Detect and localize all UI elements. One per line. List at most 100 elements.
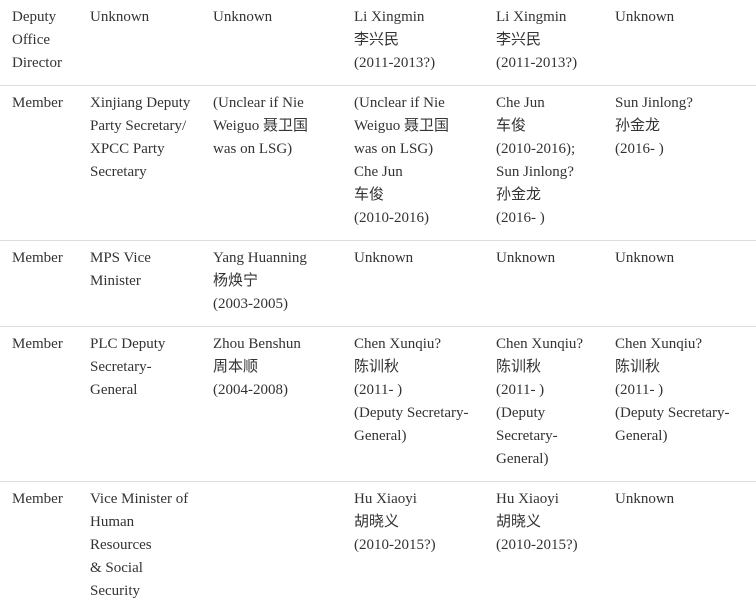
role-cell: Member (0, 327, 78, 482)
cell-text-line: (Deputy (496, 402, 599, 425)
cell-text-line: 李兴民 (354, 29, 480, 52)
table-cell: Zhou Benshun周本顺(2004-2008) (201, 327, 342, 482)
cell-text-line: (2011- ) (615, 379, 752, 402)
cell-text-line: (2004-2008) (213, 379, 338, 402)
cell-text-line: (2010-2016) (354, 207, 480, 230)
cell-text-line: Member (12, 92, 74, 115)
table-cell: Unknown (603, 482, 756, 613)
table-cell: Sun Jinlong?孙金龙(2016- ) (603, 86, 756, 241)
table-cell: Vice Minister ofHumanResources& SocialSe… (78, 482, 201, 613)
table-cell: Unknown (603, 241, 756, 327)
cell-text-line: (2011-2013?) (496, 52, 599, 75)
cell-text-line: (Deputy Secretary- (354, 402, 480, 425)
cell-text-line: Vice Minister of (90, 488, 197, 511)
cell-text-line: Secretary- (496, 425, 599, 448)
cell-text-line: Weiguo 聂卫国 (213, 115, 338, 138)
cell-text-line: Deputy (12, 6, 74, 29)
cell-text-line: Unknown (496, 247, 599, 270)
cell-text-line: Sun Jinlong? (615, 92, 752, 115)
cell-text-line: 杨焕宁 (213, 270, 338, 293)
cell-text-line: Xinjiang Deputy (90, 92, 197, 115)
cell-text-line: 车俊 (496, 115, 599, 138)
cell-text-line: 胡晓义 (496, 511, 599, 534)
table-cell: Yang Huanning杨焕宁(2003-2005) (201, 241, 342, 327)
table-cell: Xinjiang DeputyParty Secretary/XPCC Part… (78, 86, 201, 241)
table-cell: MPS ViceMinister (78, 241, 201, 327)
leadership-table: DeputyOfficeDirectorUnknownUnknownLi Xin… (0, 0, 756, 613)
cell-text-line: Li Xingmin (496, 6, 599, 29)
cell-text-line: Weiguo 聂卫国 (354, 115, 480, 138)
cell-text-line: (2016- ) (615, 138, 752, 161)
cell-text-line: Minister (90, 270, 197, 293)
table-row: MemberPLC DeputySecretary-GeneralZhou Be… (0, 327, 756, 482)
table-cell: Unknown (484, 241, 603, 327)
cell-text-line: General (90, 379, 197, 402)
role-cell: Member (0, 482, 78, 613)
role-cell: Member (0, 241, 78, 327)
table-cell: (Unclear if NieWeiguo 聂卫国was on LSG)Che … (342, 86, 484, 241)
table-cell: Chen Xunqiu?陈训秋(2011- )(Deputy Secretary… (342, 327, 484, 482)
cell-text-line: Party Secretary/ (90, 115, 197, 138)
cell-text-line: (2010-2015?) (354, 534, 480, 557)
cell-text-line: (2011-2013?) (354, 52, 480, 75)
cell-text-line: Member (12, 333, 74, 356)
cell-text-line: General) (496, 448, 599, 471)
table-cell: Hu Xiaoyi胡晓义(2010-2015?) (342, 482, 484, 613)
cell-text-line: Secretary (90, 161, 197, 184)
cell-text-line: (2016- ) (496, 207, 599, 230)
cell-text-line: MPS Vice (90, 247, 197, 270)
table-cell: Li Xingmin李兴民(2011-2013?) (342, 0, 484, 86)
table-cell: Li Xingmin李兴民(2011-2013?) (484, 0, 603, 86)
cell-text-line: Zhou Benshun (213, 333, 338, 356)
table-cell: Unknown (201, 0, 342, 86)
cell-text-line: Unknown (615, 488, 752, 511)
table-cell: Che Jun车俊(2010-2016);Sun Jinlong?孙金龙(201… (484, 86, 603, 241)
table-cell: Unknown (342, 241, 484, 327)
table-cell (201, 482, 342, 613)
role-cell: Member (0, 86, 78, 241)
cell-text-line: Unknown (213, 6, 338, 29)
table-row: DeputyOfficeDirectorUnknownUnknownLi Xin… (0, 0, 756, 86)
cell-text-line: Yang Huanning (213, 247, 338, 270)
cell-text-line: 周本顺 (213, 356, 338, 379)
cell-text-line: & Social (90, 557, 197, 580)
cell-text-line: 陈训秋 (615, 356, 752, 379)
table-cell: Chen Xunqiu?陈训秋(2011- )(Deputy Secretary… (603, 327, 756, 482)
cell-text-line: (Unclear if Nie (354, 92, 480, 115)
cell-text-line: Che Jun (496, 92, 599, 115)
cell-text-line: Chen Xunqiu? (354, 333, 480, 356)
table-row: MemberXinjiang DeputyParty Secretary/XPC… (0, 86, 756, 241)
cell-text-line: XPCC Party (90, 138, 197, 161)
cell-text-line: Unknown (354, 247, 480, 270)
cell-text-line: PLC Deputy (90, 333, 197, 356)
cell-text-line: Resources (90, 534, 197, 557)
cell-text-line: Che Jun (354, 161, 480, 184)
cell-text-line: Member (12, 247, 74, 270)
cell-text-line: 孙金龙 (615, 115, 752, 138)
cell-text-line: Hu Xiaoyi (354, 488, 480, 511)
cell-text-line: (2011- ) (496, 379, 599, 402)
cell-text-line: Office (12, 29, 74, 52)
cell-text-line: Human (90, 511, 197, 534)
table-body: DeputyOfficeDirectorUnknownUnknownLi Xin… (0, 0, 756, 613)
table-cell: Unknown (78, 0, 201, 86)
cell-text-line: 李兴民 (496, 29, 599, 52)
cell-text-line: 陈训秋 (354, 356, 480, 379)
table-cell: PLC DeputySecretary-General (78, 327, 201, 482)
cell-text-line: Security (90, 580, 197, 603)
cell-text-line: (Deputy Secretary- (615, 402, 752, 425)
cell-text-line: Unknown (615, 6, 752, 29)
cell-text-line: was on LSG) (213, 138, 338, 161)
cell-text-line: Sun Jinlong? (496, 161, 599, 184)
cell-text-line: General) (354, 425, 480, 448)
cell-text-line: (2011- ) (354, 379, 480, 402)
cell-text-line: 车俊 (354, 184, 480, 207)
table-cell: (Unclear if NieWeiguo 聂卫国was on LSG) (201, 86, 342, 241)
table-cell: Chen Xunqiu?陈训秋(2011- )(DeputySecretary-… (484, 327, 603, 482)
cell-text-line: (2010-2015?) (496, 534, 599, 557)
cell-text-line: General) (615, 425, 752, 448)
cell-text-line: 胡晓义 (354, 511, 480, 534)
table-row: MemberVice Minister ofHumanResources& So… (0, 482, 756, 613)
cell-text-line: Li Xingmin (354, 6, 480, 29)
cell-text-line: (2003-2005) (213, 293, 338, 316)
